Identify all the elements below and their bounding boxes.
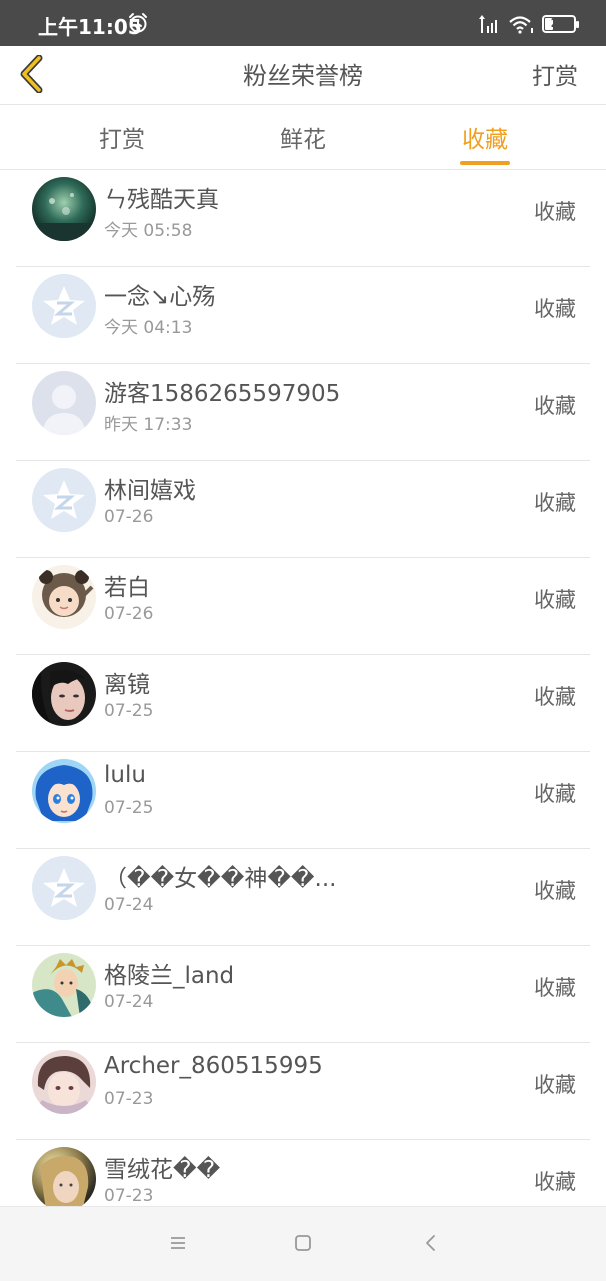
wifi-icon xyxy=(509,16,533,34)
user-avatar[interactable] xyxy=(32,1050,96,1114)
reward-button[interactable]: 打赏 xyxy=(532,57,578,91)
user-avatar[interactable] xyxy=(32,1147,96,1206)
action-label: 收藏 xyxy=(534,297,576,321)
system-nav-bar xyxy=(0,1206,606,1281)
action-label: 收藏 xyxy=(534,879,576,903)
menu-icon[interactable] xyxy=(166,1231,190,1255)
default-avatar-icon[interactable] xyxy=(32,856,96,920)
back-triangle-icon[interactable] xyxy=(419,1231,443,1255)
user-avatar[interactable] xyxy=(32,953,96,1017)
user-name: 林间嬉戏 xyxy=(104,478,196,504)
user-avatar[interactable] xyxy=(32,565,96,629)
user-name: Archer_860515995 xyxy=(104,1053,323,1079)
action-label: 收藏 xyxy=(534,976,576,1000)
tab-flowers[interactable]: 鲜花 xyxy=(243,120,363,154)
list-item[interactable]: ㄣ残酷天真 今天 05:58 收藏 xyxy=(0,170,606,267)
action-label: 收藏 xyxy=(534,1073,576,1097)
user-name: （��女��神��... xyxy=(104,866,337,892)
action-label: 收藏 xyxy=(534,782,576,806)
user-name: 一念↘心殇 xyxy=(104,284,216,310)
timestamp: 07-23 xyxy=(104,1089,154,1109)
timestamp: 07-23 xyxy=(104,1186,154,1206)
default-avatar-icon[interactable] xyxy=(32,274,96,338)
list-item[interactable]: 雪绒花�� 07-23 收藏 xyxy=(0,1140,606,1206)
page-title: 粉丝荣誉榜 xyxy=(243,62,363,90)
list-item[interactable]: （��女��神��... 07-24 收藏 xyxy=(0,849,606,946)
user-name: ㄣ残酷天真 xyxy=(104,187,219,213)
list-item[interactable]: lulu 07-25 收藏 xyxy=(0,752,606,849)
user-name: lulu xyxy=(104,762,146,788)
active-tab-indicator xyxy=(460,161,510,165)
default-avatar-icon[interactable] xyxy=(32,468,96,532)
timestamp: 07-24 xyxy=(104,992,154,1012)
user-name: 若白 xyxy=(104,575,150,601)
battery-indicator: 29 xyxy=(542,15,579,33)
user-avatar[interactable] xyxy=(32,759,96,823)
user-avatar[interactable] xyxy=(32,662,96,726)
tab-favorites[interactable]: 收藏 xyxy=(425,120,545,154)
action-label: 收藏 xyxy=(534,588,576,612)
timestamp: 今天 04:13 xyxy=(104,318,193,338)
fan-list[interactable]: ㄣ残酷天真 今天 05:58 收藏 一念↘心殇 今天 04:13 收藏 游客15… xyxy=(0,170,606,1206)
list-item[interactable]: Archer_860515995 07-23 收藏 xyxy=(0,1043,606,1140)
list-item[interactable]: 格陵兰_land 07-24 收藏 xyxy=(0,946,606,1043)
tab-reward[interactable]: 打赏 xyxy=(62,120,182,154)
user-name: 游客1586265597905 xyxy=(104,381,341,407)
top-bar: 粉丝荣誉榜 打赏 xyxy=(0,46,606,105)
signal-icon xyxy=(479,15,497,33)
list-item[interactable]: 离镜 07-25 收藏 xyxy=(0,655,606,752)
action-label: 收藏 xyxy=(534,491,576,515)
battery-level: 29 xyxy=(550,16,568,30)
user-name: 离镜 xyxy=(104,672,150,698)
person-placeholder-icon[interactable] xyxy=(32,371,96,435)
list-item[interactable]: 若白 07-26 收藏 xyxy=(0,558,606,655)
list-item[interactable]: 林间嬉戏 07-26 收藏 xyxy=(0,461,606,558)
list-item[interactable]: 一念↘心殇 今天 04:13 收藏 xyxy=(0,267,606,364)
status-bar: 上午11:05 29 xyxy=(0,0,606,46)
list-item[interactable]: 游客1586265597905 昨天 17:33 收藏 xyxy=(0,364,606,461)
timestamp: 昨天 17:33 xyxy=(104,415,193,435)
timestamp: 今天 05:58 xyxy=(104,221,193,241)
action-label: 收藏 xyxy=(534,685,576,709)
action-label: 收藏 xyxy=(534,200,576,224)
user-name: 格陵兰_land xyxy=(104,963,235,989)
tab-bar: 打赏 鲜花 收藏 xyxy=(0,105,606,170)
timestamp: 07-25 xyxy=(104,798,154,818)
user-name: 雪绒花�� xyxy=(104,1157,221,1183)
timestamp: 07-26 xyxy=(104,507,154,527)
timestamp: 07-25 xyxy=(104,701,154,721)
action-label: 收藏 xyxy=(534,394,576,418)
action-label: 收藏 xyxy=(534,1170,576,1194)
timestamp: 07-26 xyxy=(104,604,154,624)
user-avatar[interactable] xyxy=(32,177,96,241)
timestamp: 07-24 xyxy=(104,895,154,915)
home-square-icon[interactable] xyxy=(291,1231,315,1255)
alarm-clock-icon xyxy=(129,13,147,33)
